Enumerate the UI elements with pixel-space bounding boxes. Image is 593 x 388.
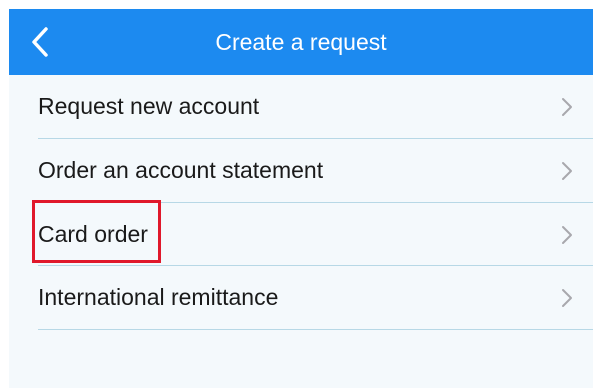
- chevron-right-icon: [562, 162, 572, 180]
- chevron-right-icon: [562, 98, 572, 116]
- list-divider: [38, 329, 593, 330]
- list-item-label: Order an account statement: [38, 157, 324, 183]
- app-screen: Create a request Request new account Ord…: [9, 9, 593, 388]
- highlight-box: [32, 200, 161, 263]
- list-item-international-remittance[interactable]: International remittance: [9, 266, 593, 329]
- chevron-right-icon: [562, 289, 572, 307]
- page-title: Create a request: [215, 29, 387, 55]
- chevron-right-icon: [562, 226, 572, 244]
- list-item-request-new-account[interactable]: Request new account: [9, 75, 593, 138]
- list-item-order-account-statement[interactable]: Order an account statement: [9, 139, 593, 202]
- app-header: Create a request: [9, 9, 593, 75]
- list-item-label: Request new account: [38, 93, 260, 119]
- list-item-label: International remittance: [38, 284, 279, 310]
